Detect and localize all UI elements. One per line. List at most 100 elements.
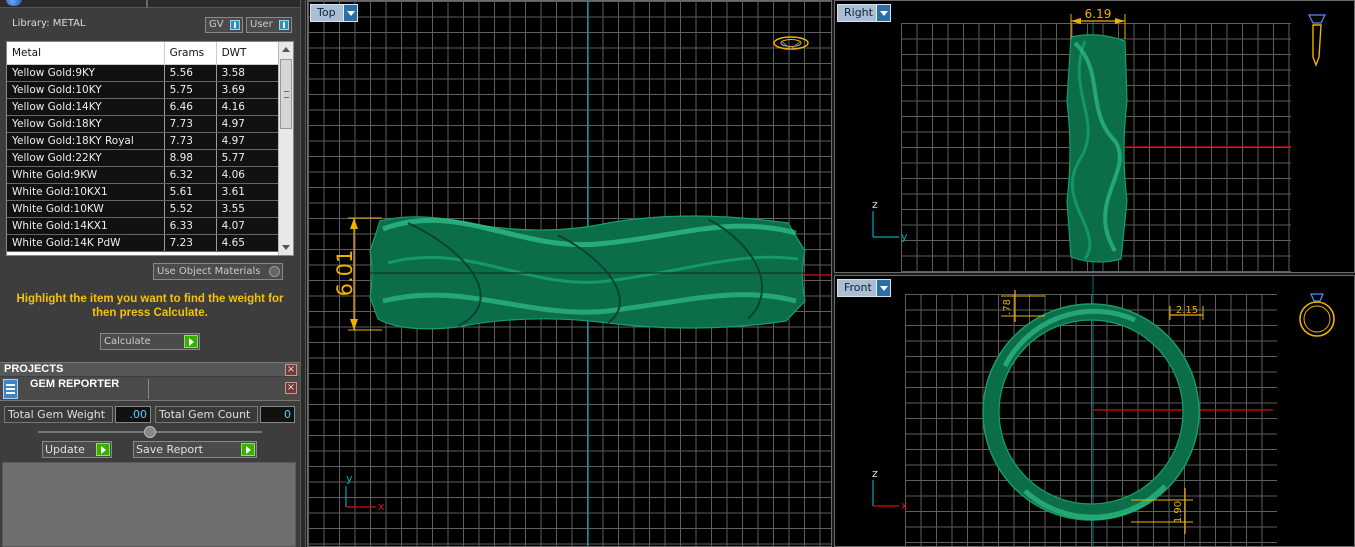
user-toggle-icon [279, 20, 289, 30]
cell-dwt: 4.06 [216, 166, 280, 184]
metal-table-header: Metal Grams DWT [7, 42, 280, 65]
cell-grams: 5.75 [164, 81, 217, 99]
chevron-down-icon[interactable] [876, 5, 890, 21]
cell-dwt: 3.55 [216, 200, 280, 218]
ring-front-icon[interactable] [1299, 293, 1335, 337]
cell-dwt: 4.07 [216, 217, 280, 235]
axis-y-label: y [346, 472, 353, 485]
table-row[interactable]: Yellow Gold:22KY 8.98 5.77 [7, 149, 280, 167]
column-header-dwt[interactable]: DWT [216, 42, 280, 65]
column-header-grams[interactable]: Grams [164, 42, 217, 65]
panel-tab-strip [0, 0, 300, 8]
table-row[interactable]: White Gold:10KW 5.52 3.55 [7, 200, 280, 218]
ring-band [369, 215, 806, 330]
gem-report-area [2, 462, 296, 547]
play-arrow-icon [184, 335, 198, 348]
table-row[interactable]: Yellow Gold:18KY Royal 7.73 4.97 [7, 132, 280, 150]
axis-indicator: y x [345, 472, 385, 513]
viewport-top[interactable]: 6.01 y x Top [307, 0, 832, 547]
axis-z-label: z [872, 467, 878, 480]
calculate-label: Calculate [104, 336, 151, 347]
viewport-tab-right[interactable]: Right [837, 4, 891, 22]
user-label: User [250, 19, 273, 30]
tab-divider [148, 379, 149, 399]
cell-grams: 6.46 [164, 98, 217, 116]
axis-indicator: z y [872, 198, 908, 243]
total-gem-count-label: Total Gem Count [155, 406, 258, 423]
table-row[interactable]: White Gold:10KX1 5.61 3.61 [7, 183, 280, 201]
width-dimension: 6.19 [1070, 7, 1126, 39]
gv-toggle[interactable]: GV [205, 17, 243, 33]
viewport-label: Right [844, 6, 873, 19]
cell-dwt: 4.65 [216, 234, 280, 252]
viewport-label: Front [844, 281, 872, 294]
front-dimension-c-label: 1.90 [1173, 501, 1184, 523]
table-row[interactable]: White Gold:9KW 6.32 4.06 [7, 166, 280, 184]
gem-icon[interactable] [773, 36, 809, 50]
total-gem-weight-label: Total Gem Weight [4, 406, 113, 423]
cell-metal: Yellow Gold:14KY [7, 98, 165, 116]
front-dimension-b-label: 2.15 [1176, 305, 1198, 316]
axis-y-label: y [901, 230, 908, 243]
cell-dwt: 5.77 [216, 149, 280, 167]
panel-splitter[interactable] [300, 0, 306, 547]
save-report-button[interactable]: Save Report [133, 441, 257, 458]
column-header-metal[interactable]: Metal [7, 42, 165, 65]
viewport-front[interactable]: .78 2.15 1.90 z x Front [834, 275, 1355, 547]
radio-icon [269, 266, 280, 277]
table-row[interactable]: Yellow Gold:18KY 7.73 4.97 [7, 115, 280, 133]
close-icon[interactable]: × [285, 364, 297, 376]
table-row[interactable]: Yellow Gold:10KY 5.75 3.69 [7, 81, 280, 99]
cell-metal: Yellow Gold:18KY [7, 115, 165, 133]
library-label: Library: METAL [12, 18, 86, 29]
cell-metal: White Gold:14KX1 [7, 217, 165, 235]
close-icon[interactable]: × [285, 382, 297, 394]
play-arrow-icon [241, 443, 255, 456]
total-gem-count-value: 0 [260, 406, 295, 423]
gem-slider[interactable] [38, 426, 262, 438]
chevron-down-icon[interactable] [876, 280, 890, 296]
right-dimension-label: 6.19 [1085, 7, 1112, 21]
calculate-button[interactable]: Calculate [100, 333, 200, 350]
ring-side-icon[interactable] [1308, 14, 1326, 67]
ring-circle [982, 303, 1200, 521]
axis-z-label: z [872, 198, 878, 211]
table-row[interactable]: White Gold:14K PdW 7.23 4.65 [7, 234, 280, 252]
top-view-drawing: 6.01 y x [333, 1, 831, 546]
use-object-materials-button[interactable]: Use Object Materials [153, 263, 283, 280]
update-button[interactable]: Update [42, 441, 112, 458]
cell-metal: White Gold:14K PdW [7, 234, 165, 252]
scroll-down-icon[interactable] [282, 245, 290, 250]
table-row[interactable]: Yellow Gold:14KY 6.46 4.16 [7, 98, 280, 116]
save-report-label: Save Report [136, 443, 203, 456]
total-gem-weight-value: .00 [115, 406, 151, 423]
viewport-tab-top[interactable]: Top [310, 4, 358, 22]
cell-grams: 5.52 [164, 200, 217, 218]
table-row[interactable]: Yellow Gold:9KY 5.56 3.58 [7, 64, 280, 82]
metal-table: Metal Grams DWT Yellow Gold:9KY 5.56 3.58 … [6, 41, 294, 256]
dimension-b: 2.15 [1169, 305, 1204, 320]
user-toggle[interactable]: User [246, 17, 292, 33]
cell-grams: 8.98 [164, 149, 217, 167]
slider-knob[interactable] [144, 426, 156, 438]
gv-toggle-icon [230, 20, 240, 30]
metal-table-scrollbar[interactable] [278, 42, 293, 255]
cell-dwt: 3.61 [216, 183, 280, 201]
cell-metal: White Gold:10KW [7, 200, 165, 218]
cell-grams: 6.32 [164, 166, 217, 184]
chevron-down-icon[interactable] [343, 5, 357, 21]
viewport-tab-front[interactable]: Front [837, 279, 891, 297]
cell-metal: White Gold:10KX1 [7, 183, 165, 201]
cell-metal: Yellow Gold:18KY Royal [7, 132, 165, 150]
viewport-right[interactable]: 6.19 z y Right [834, 0, 1355, 273]
scroll-thumb[interactable] [280, 59, 292, 129]
gem-report-icon [3, 379, 18, 399]
top-dimension-label: 6.01 [333, 250, 357, 297]
gem-reporter-title: GEM REPORTER [30, 378, 120, 390]
scroll-up-icon[interactable] [282, 47, 290, 52]
cell-grams: 7.23 [164, 234, 217, 252]
front-view-drawing: .78 2.15 1.90 z x [872, 276, 1335, 546]
app-logo-icon[interactable] [6, 0, 22, 6]
table-row[interactable]: White Gold:14KX1 6.33 4.07 [7, 217, 280, 235]
projects-title: PROJECTS [4, 363, 64, 375]
